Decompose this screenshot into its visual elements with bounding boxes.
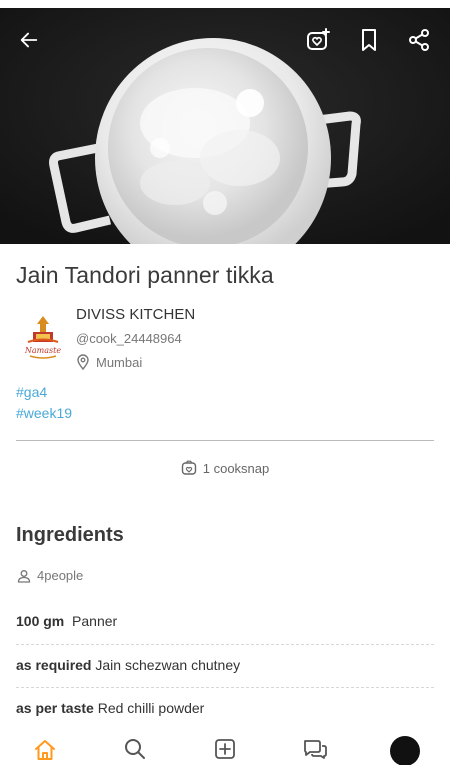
ingredient-row: as per taste Red chilli powder <box>16 700 434 716</box>
author-location-label: Mumbai <box>96 354 143 370</box>
hashtag-link[interactable]: #week19 <box>16 403 72 424</box>
ingredient-name: Panner <box>72 613 118 629</box>
bottom-navigation <box>0 730 450 765</box>
cooksnap-label: 1 cooksnap <box>202 460 270 476</box>
nav-home[interactable] <box>0 730 90 765</box>
ingredient-name: Jain schezwan chutney <box>95 657 241 673</box>
cooksnap-add-icon <box>307 28 330 50</box>
recipe-photo <box>0 8 450 244</box>
back-arrow-icon <box>20 32 38 48</box>
hashtag-link[interactable]: #ga4 <box>16 382 72 403</box>
ingredient-row: as required Jain schezwan chutney <box>16 657 434 673</box>
share-icon <box>409 29 429 51</box>
bookmark-icon <box>362 29 376 51</box>
nav-add-recipe[interactable] <box>180 730 270 765</box>
servings-label: 4people <box>37 568 84 583</box>
nav-search[interactable] <box>90 730 180 765</box>
share-button[interactable] <box>405 26 433 54</box>
nav-chat[interactable] <box>270 730 360 765</box>
servings: 4people <box>17 568 83 583</box>
ingredient-qty: 100 gm <box>16 613 65 629</box>
cooksnap-add-button[interactable] <box>304 26 332 54</box>
back-button[interactable] <box>15 26 43 54</box>
nav-profile[interactable] <box>360 730 450 765</box>
location-pin-icon <box>77 354 89 370</box>
author-handle: @cook_24448964 <box>76 331 182 346</box>
cooksnap-icon <box>181 460 196 475</box>
search-icon <box>125 739 145 759</box>
ingredients-heading: Ingredients <box>16 524 124 546</box>
ingredient-name: Red chilli powder <box>97 700 205 716</box>
avatar[interactable]: Namaste <box>16 310 70 364</box>
status-bar <box>0 0 450 8</box>
author-name[interactable]: DIVISS KITCHEN <box>76 306 195 323</box>
author-card[interactable]: Namaste DIVISS KITCHEN @cook_24448964 Mu… <box>16 306 436 376</box>
hashtags: #ga4 #week19 <box>16 382 72 424</box>
add-icon <box>215 739 235 759</box>
cooksnap-count[interactable]: 1 cooksnap <box>0 460 450 476</box>
person-icon <box>17 569 31 583</box>
svg-text:Namaste: Namaste <box>24 346 61 355</box>
chat-icon <box>304 740 327 759</box>
ingredient-separator <box>16 687 434 688</box>
ingredient-qty: as per taste <box>16 700 94 716</box>
ingredient-separator <box>16 644 434 645</box>
profile-avatar <box>390 736 420 765</box>
bookmark-button[interactable] <box>355 26 383 54</box>
recipe-title: Jain Tandori panner tikka <box>16 262 274 288</box>
divider <box>16 440 434 441</box>
home-icon <box>35 740 55 760</box>
ingredient-row: 100 gm Panner <box>16 613 434 629</box>
author-location: Mumbai <box>76 354 142 370</box>
author-logo: Namaste <box>16 310 70 364</box>
ingredient-qty: as required <box>16 657 92 673</box>
